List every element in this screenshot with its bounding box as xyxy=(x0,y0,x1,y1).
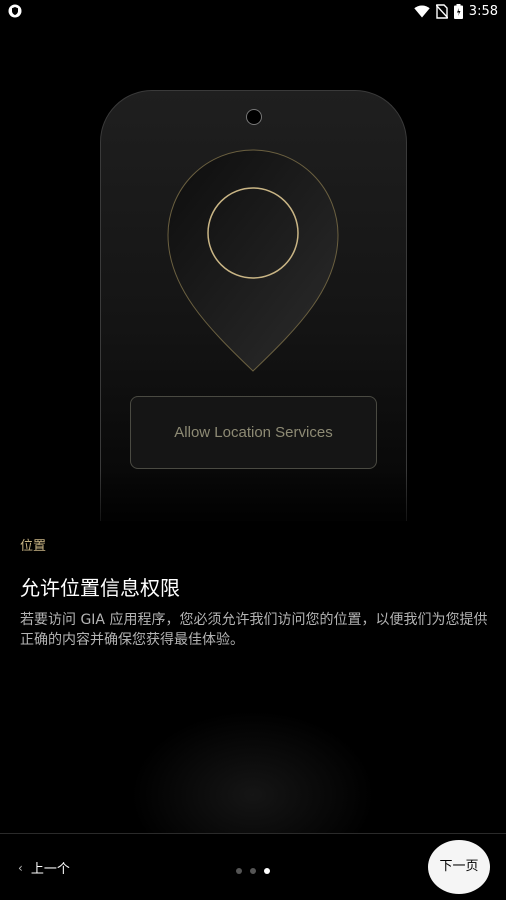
bottom-navigation: ‹ 上一个 下一页 xyxy=(0,833,506,900)
page-dot xyxy=(236,868,242,874)
status-icons: 3:58 xyxy=(414,2,498,20)
card-hole xyxy=(246,109,262,125)
shield-icon xyxy=(8,4,22,18)
page-dot-active xyxy=(264,868,270,874)
page-dot xyxy=(250,868,256,874)
page-indicator xyxy=(236,868,270,874)
chevron-left-icon: ‹ xyxy=(18,860,23,875)
card-fade xyxy=(90,470,420,560)
previous-label: 上一个 xyxy=(30,862,70,877)
allow-location-services-button: Allow Location Services xyxy=(130,396,377,469)
page-description: 若要访问 GIA 应用程序，您必须允许我们访问您的位置，以便我们为您提供正确的内… xyxy=(20,612,488,648)
phone-card: Allow Location Services xyxy=(100,90,407,521)
no-sim-icon xyxy=(435,3,448,19)
wifi-icon xyxy=(414,5,430,17)
status-bar: 3:58 xyxy=(0,0,506,22)
status-time: 3:58 xyxy=(468,3,498,19)
section-eyebrow: 位置 xyxy=(20,539,47,554)
page-title: 允许位置信息权限 xyxy=(20,576,180,600)
allow-location-services-label: Allow Location Services xyxy=(174,424,333,441)
battery-icon xyxy=(453,3,463,19)
location-pin-icon xyxy=(167,149,339,372)
next-label: 下一页 xyxy=(439,859,479,874)
next-button[interactable]: 下一页 xyxy=(428,840,490,894)
previous-button[interactable]: ‹ 上一个 xyxy=(18,858,70,878)
location-illustration: Allow Location Services xyxy=(0,40,506,560)
